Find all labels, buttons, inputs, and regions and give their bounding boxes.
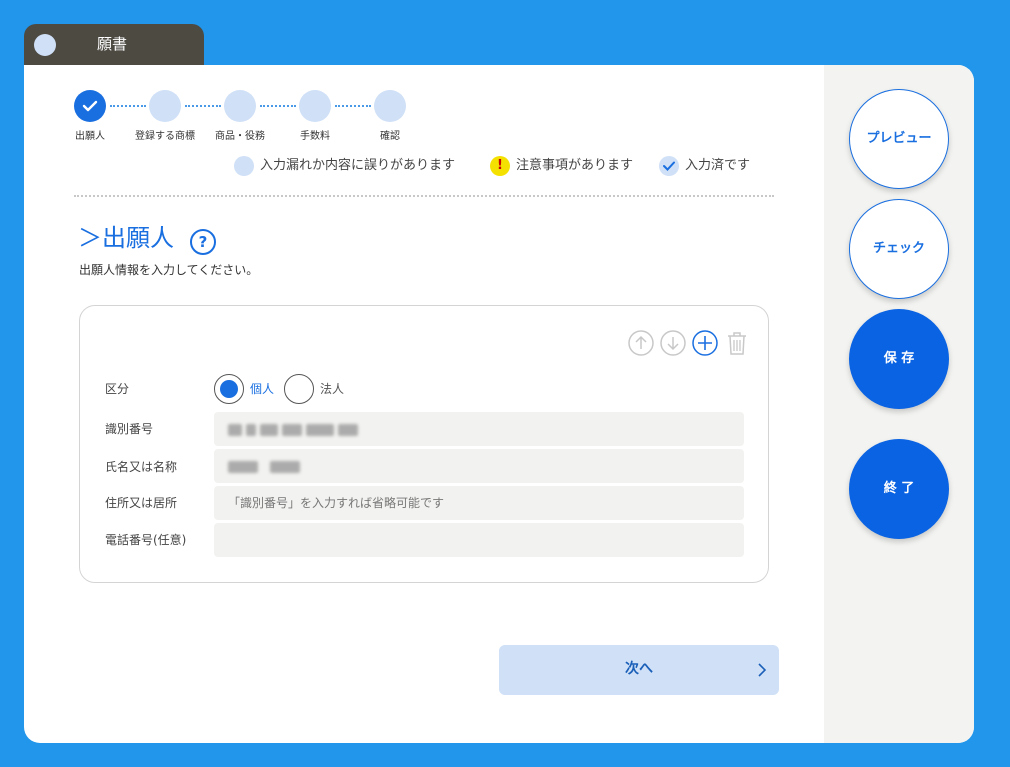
section-description: 出願人情報を入力してください。 bbox=[79, 263, 259, 277]
exit-button[interactable]: 終 了 bbox=[849, 439, 949, 539]
next-button[interactable]: 次へ bbox=[499, 645, 779, 695]
legend-done-text: 入力済です bbox=[685, 158, 751, 173]
step-2-label: 登録する商標 bbox=[135, 131, 195, 142]
applicant-form-panel: 区分 個人 法人 識別番号 氏名又は名称 住所又は居所 「識別番号」を入力すれば… bbox=[79, 305, 769, 583]
redacted-text bbox=[338, 423, 358, 436]
radio-corporation-label[interactable]: 法人 bbox=[320, 380, 344, 397]
action-sidebar: プレビュー チェック 保 存 終 了 bbox=[824, 65, 974, 743]
address-label: 住所又は居所 bbox=[105, 496, 178, 510]
legend-error: 入力漏れか内容に誤りがあります bbox=[234, 155, 455, 177]
address-field[interactable]: 「識別番号」を入力すれば省略可能です bbox=[214, 486, 744, 520]
step-1-label: 出願人 bbox=[75, 131, 105, 142]
tab-title: 願書 bbox=[97, 35, 128, 53]
move-up-icon[interactable] bbox=[628, 330, 654, 356]
check-icon bbox=[659, 155, 679, 176]
legend-warning: ! 注意事項があります bbox=[490, 155, 633, 177]
step-progress: 出願人 登録する商標 商品・役務 手数料 確認 bbox=[24, 65, 824, 155]
tab-status-dot bbox=[34, 34, 56, 56]
name-label: 氏名又は名称 bbox=[105, 460, 178, 474]
check-icon bbox=[82, 100, 98, 112]
check-button[interactable]: チェック bbox=[849, 199, 949, 299]
redacted-text bbox=[282, 423, 302, 436]
main-card: 出願人 登録する商標 商品・役務 手数料 確認 入力漏れか内容に誤りがあります … bbox=[24, 65, 974, 743]
preview-button[interactable]: プレビュー bbox=[849, 89, 949, 189]
step-connector bbox=[260, 105, 296, 107]
radio-individual-label[interactable]: 個人 bbox=[250, 380, 274, 397]
legend-done: 入力済です bbox=[659, 155, 750, 177]
id-number-label: 識別番号 bbox=[105, 422, 154, 436]
warning-symbol: ! bbox=[497, 157, 503, 173]
trash-icon[interactable] bbox=[724, 330, 750, 356]
phone-label: 電話番号(任意) bbox=[105, 533, 187, 547]
step-4-label: 手数料 bbox=[300, 131, 330, 142]
category-label: 区分 bbox=[105, 382, 130, 396]
save-button[interactable]: 保 存 bbox=[849, 309, 949, 409]
step-5-circle[interactable] bbox=[374, 90, 406, 122]
step-1-circle[interactable] bbox=[74, 90, 106, 122]
section-title: ＞出願人 bbox=[78, 224, 174, 252]
pending-dot-icon bbox=[234, 155, 254, 176]
id-number-field[interactable] bbox=[214, 412, 744, 446]
step-3-circle[interactable] bbox=[224, 90, 256, 122]
redacted-text bbox=[246, 423, 256, 436]
redacted-text bbox=[228, 460, 258, 473]
radio-individual[interactable] bbox=[214, 374, 244, 404]
step-4-circle[interactable] bbox=[299, 90, 331, 122]
warning-icon: ! bbox=[490, 155, 510, 176]
redacted-text bbox=[306, 423, 334, 436]
category-radio-group: 個人 法人 bbox=[214, 374, 434, 404]
step-3-label: 商品・役務 bbox=[215, 131, 265, 142]
row-tools bbox=[628, 330, 746, 358]
step-connector bbox=[185, 105, 221, 107]
step-5-label: 確認 bbox=[380, 131, 400, 142]
add-icon[interactable] bbox=[692, 330, 718, 356]
redacted-text bbox=[270, 460, 300, 473]
radio-corporation[interactable] bbox=[284, 374, 314, 404]
legend-warning-text: 注意事項があります bbox=[516, 158, 634, 173]
step-connector bbox=[335, 105, 371, 107]
redacted-text bbox=[228, 423, 242, 436]
divider bbox=[74, 195, 774, 197]
move-down-icon[interactable] bbox=[660, 330, 686, 356]
chevron-right-icon bbox=[758, 663, 767, 677]
window-tab: 願書 bbox=[24, 24, 204, 70]
help-icon[interactable]: ? bbox=[190, 229, 216, 255]
step-connector bbox=[110, 105, 146, 107]
phone-field[interactable] bbox=[214, 523, 744, 557]
step-2-circle[interactable] bbox=[149, 90, 181, 122]
name-field[interactable] bbox=[214, 449, 744, 483]
legend-error-text: 入力漏れか内容に誤りがあります bbox=[260, 158, 456, 173]
redacted-text bbox=[260, 423, 278, 436]
next-button-label: 次へ bbox=[625, 661, 653, 677]
